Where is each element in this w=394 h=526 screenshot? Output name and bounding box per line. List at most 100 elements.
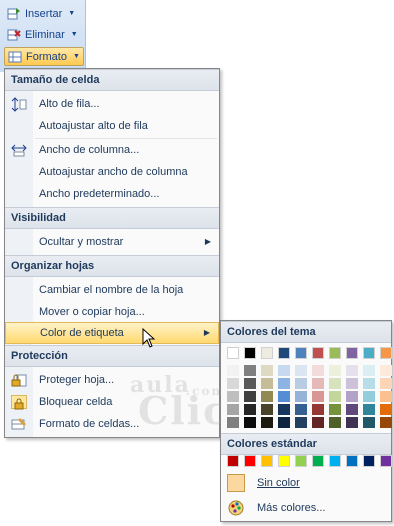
theme-shade-swatch[interactable] <box>278 391 290 402</box>
cells-group: Insertar ▼ Eliminar ▼ Formato ▼ <box>0 0 86 72</box>
mouse-cursor-icon <box>142 327 156 351</box>
theme-color-swatch[interactable] <box>380 347 392 359</box>
format-cells-icon <box>8 50 22 64</box>
theme-shade-swatch[interactable] <box>227 378 239 389</box>
theme-shade-swatch[interactable] <box>380 365 392 376</box>
insert-label: Insertar <box>25 7 63 20</box>
theme-shade-swatch[interactable] <box>380 378 392 389</box>
more-colors-option[interactable]: Más colores... <box>221 496 391 520</box>
theme-shade-swatch[interactable] <box>227 365 239 376</box>
theme-shade-swatch[interactable] <box>295 417 307 428</box>
delete-button[interactable]: Eliminar ▼ <box>4 25 81 44</box>
theme-shade-swatch[interactable] <box>312 378 324 389</box>
standard-color-swatch[interactable] <box>227 455 239 467</box>
theme-shade-swatch[interactable] <box>244 391 256 402</box>
theme-shade-swatch[interactable] <box>346 378 358 389</box>
theme-shade-swatch[interactable] <box>278 404 290 415</box>
theme-shade-swatch[interactable] <box>329 404 341 415</box>
standard-color-swatch[interactable] <box>346 455 358 467</box>
theme-shade-swatch[interactable] <box>329 417 341 428</box>
theme-shade-swatch[interactable] <box>295 404 307 415</box>
standard-color-swatch[interactable] <box>380 455 392 467</box>
menu-item-autofit-column[interactable]: Autoajustar ancho de columna <box>5 161 219 183</box>
no-color-option[interactable]: Sin color <box>221 471 391 495</box>
theme-shade-swatch[interactable] <box>261 404 273 415</box>
theme-shade-swatch[interactable] <box>278 378 290 389</box>
theme-shade-swatch[interactable] <box>346 365 358 376</box>
standard-color-swatch[interactable] <box>278 455 290 467</box>
standard-color-swatch[interactable] <box>312 455 324 467</box>
theme-shade-swatch[interactable] <box>244 378 256 389</box>
tab-color-label: Color de etiqueta <box>40 327 124 339</box>
theme-color-swatch[interactable] <box>244 347 256 359</box>
theme-shade-swatch[interactable] <box>346 391 358 402</box>
theme-color-swatch[interactable] <box>278 347 290 359</box>
column-width-icon <box>11 143 27 157</box>
theme-shade-swatch[interactable] <box>363 417 375 428</box>
theme-shade-swatch[interactable] <box>261 378 273 389</box>
theme-shade-swatch[interactable] <box>244 365 256 376</box>
theme-shade-swatch[interactable] <box>278 365 290 376</box>
standard-color-swatch[interactable] <box>244 455 256 467</box>
row-height-icon <box>11 97 27 112</box>
delete-dropdown-icon[interactable]: ▼ <box>71 31 78 38</box>
theme-shade-swatch[interactable] <box>261 365 273 376</box>
default-width-label: Ancho predeterminado... <box>39 188 160 200</box>
theme-color-swatch[interactable] <box>346 347 358 359</box>
theme-shade-swatch[interactable] <box>312 365 324 376</box>
delete-cells-icon <box>7 28 21 42</box>
menu-item-move-copy[interactable]: Mover o copiar hoja... <box>5 301 219 323</box>
menu-item-rename-sheet[interactable]: Cambiar el nombre de la hoja <box>5 279 219 301</box>
standard-color-swatch[interactable] <box>363 455 375 467</box>
theme-shade-swatch[interactable] <box>329 378 341 389</box>
theme-color-swatch[interactable] <box>363 347 375 359</box>
theme-shade-swatch[interactable] <box>329 391 341 402</box>
menu-item-tab-color[interactable]: Color de etiqueta ▶ <box>5 322 219 344</box>
theme-shade-swatch[interactable] <box>278 417 290 428</box>
theme-shade-swatch[interactable] <box>329 365 341 376</box>
standard-color-swatch[interactable] <box>329 455 341 467</box>
theme-color-swatch[interactable] <box>227 347 239 359</box>
insert-button[interactable]: Insertar ▼ <box>4 4 78 23</box>
section-header-protection: Protección <box>5 345 219 367</box>
menu-item-autofit-row[interactable]: Autoajustar alto de fila <box>5 115 219 137</box>
theme-shade-swatch[interactable] <box>244 404 256 415</box>
theme-shade-swatch[interactable] <box>346 417 358 428</box>
theme-shade-swatch[interactable] <box>363 391 375 402</box>
theme-shade-swatch[interactable] <box>295 378 307 389</box>
menu-item-column-width[interactable]: Ancho de columna... <box>5 139 219 161</box>
theme-color-swatch[interactable] <box>261 347 273 359</box>
theme-shade-swatch[interactable] <box>380 391 392 402</box>
theme-shade-swatch[interactable] <box>295 365 307 376</box>
theme-shade-swatch[interactable] <box>312 404 324 415</box>
theme-shade-swatch[interactable] <box>227 391 239 402</box>
insert-cells-icon <box>7 7 21 21</box>
menu-item-hide-unhide[interactable]: Ocultar y mostrar ▶ <box>5 231 219 253</box>
theme-shade-swatch[interactable] <box>244 417 256 428</box>
theme-color-swatch[interactable] <box>312 347 324 359</box>
no-color-swatch-icon <box>227 474 245 492</box>
theme-shade-swatch[interactable] <box>380 404 392 415</box>
menu-item-default-width[interactable]: Ancho predeterminado... <box>5 183 219 205</box>
theme-shade-swatch[interactable] <box>363 404 375 415</box>
theme-color-swatch[interactable] <box>295 347 307 359</box>
insert-dropdown-icon[interactable]: ▼ <box>68 10 75 17</box>
standard-color-swatch[interactable] <box>295 455 307 467</box>
theme-shade-swatch[interactable] <box>312 417 324 428</box>
theme-shade-swatch[interactable] <box>261 391 273 402</box>
theme-shade-swatch[interactable] <box>380 417 392 428</box>
theme-shade-swatch[interactable] <box>346 404 358 415</box>
menu-item-row-height[interactable]: Alto de fila... <box>5 93 219 115</box>
format-button[interactable]: Formato ▼ <box>4 47 84 66</box>
theme-shade-swatch[interactable] <box>227 404 239 415</box>
theme-color-swatch[interactable] <box>329 347 341 359</box>
theme-shade-swatch[interactable] <box>227 417 239 428</box>
theme-shade-swatch[interactable] <box>312 391 324 402</box>
theme-shade-swatch[interactable] <box>261 417 273 428</box>
format-dropdown-icon[interactable]: ▼ <box>73 53 80 60</box>
theme-shade-swatch[interactable] <box>295 391 307 402</box>
theme-shade-swatch[interactable] <box>363 378 375 389</box>
standard-color-swatch[interactable] <box>261 455 273 467</box>
theme-shade-swatch[interactable] <box>363 365 375 376</box>
protect-sheet-label: Proteger hoja... <box>39 374 115 386</box>
